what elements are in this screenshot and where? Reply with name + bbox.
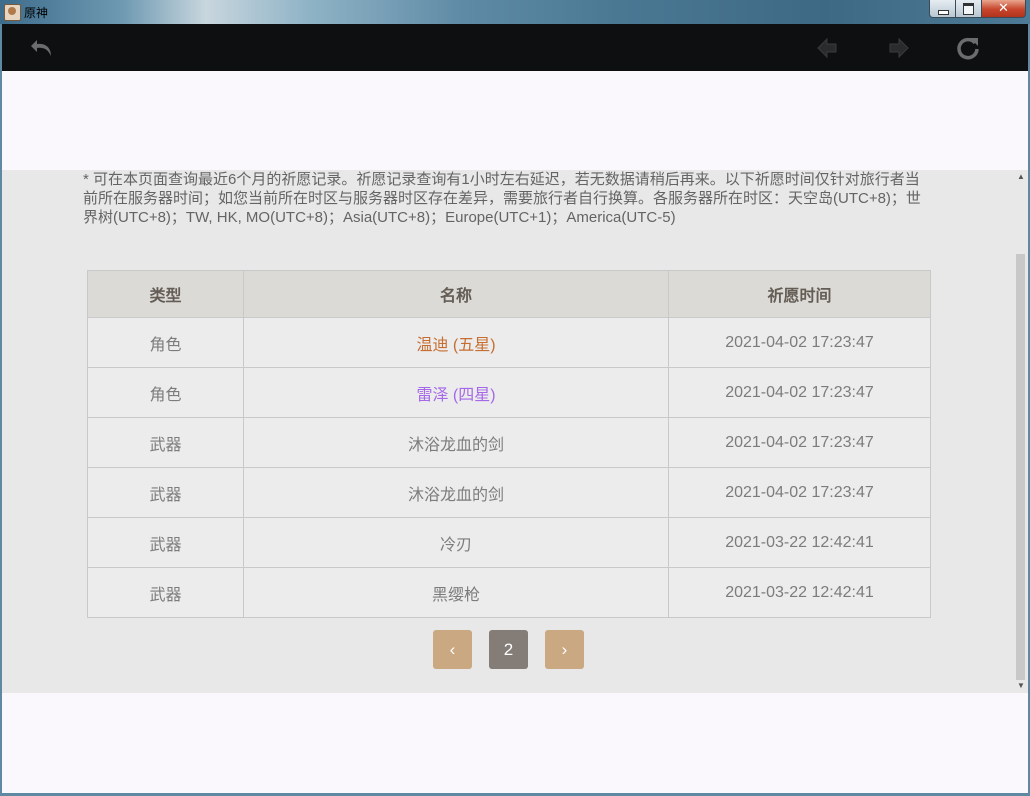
cell-time: 2021-04-02 17:23:47: [668, 417, 931, 468]
cell-name: 温迪 (五星): [243, 317, 669, 368]
close-button[interactable]: ✕: [982, 0, 1026, 18]
table-row: 角色 雷泽 (四星) 2021-04-02 17:23:47: [87, 367, 931, 418]
scroll-up-icon[interactable]: ▲: [1014, 170, 1028, 184]
cell-name: 沐浴龙血的剑: [243, 417, 669, 468]
cell-time: 2021-03-22 12:42:41: [668, 517, 931, 568]
table-row: 角色 温迪 (五星) 2021-04-02 17:23:47: [87, 317, 931, 368]
current-page-indicator[interactable]: 2: [489, 630, 528, 669]
header-name: 名称: [243, 270, 669, 318]
scrollbar-thumb[interactable]: [1016, 254, 1025, 680]
cell-name: 冷刃: [243, 517, 669, 568]
cell-name: 雷泽 (四星): [243, 367, 669, 418]
scrollbar[interactable]: ▲ ▼: [1014, 170, 1028, 693]
right-arrow-icon[interactable]: [884, 34, 912, 62]
minimize-button[interactable]: [929, 0, 956, 18]
table-header-row: 类型 名称 祈愿时间: [87, 270, 931, 318]
browser-toolbar: [2, 24, 1028, 71]
window-title: 原神: [24, 6, 49, 20]
cell-type: 武器: [87, 417, 244, 468]
cell-time: 2021-03-22 12:42:41: [668, 567, 931, 618]
header-type: 类型: [87, 270, 244, 318]
content-top-blank: [2, 71, 1028, 170]
cell-time: 2021-04-02 17:23:47: [668, 317, 931, 368]
scroll-down-icon[interactable]: ▼: [1014, 679, 1028, 693]
undo-arrow-icon[interactable]: [28, 34, 56, 62]
reload-icon[interactable]: [954, 34, 982, 62]
cell-type: 角色: [87, 367, 244, 418]
table-row: 武器 黑缨枪 2021-03-22 12:42:41: [87, 567, 931, 618]
cell-type: 武器: [87, 567, 244, 618]
cell-name: 黑缨枪: [243, 567, 669, 618]
maximize-button[interactable]: [956, 0, 982, 18]
header-time: 祈愿时间: [668, 270, 931, 318]
wish-history-table: 类型 名称 祈愿时间 角色 温迪 (五星) 2021-04-02 17:23:47 角…: [87, 270, 931, 618]
left-arrow-icon[interactable]: [814, 34, 842, 62]
cell-type: 角色: [87, 317, 244, 368]
notice-text: * 可在本页面查询最近6个月的祈愿记录。祈愿记录查询有1小时左右延迟，若无数据请…: [83, 171, 921, 226]
table-row: 武器 冷刃 2021-03-22 12:42:41: [87, 517, 931, 568]
close-icon: ✕: [998, 0, 1009, 15]
content-bottom-blank: [2, 693, 1028, 793]
cell-type: 武器: [87, 517, 244, 568]
pagination: ‹ 2 ›: [433, 630, 585, 669]
window-controls: ✕: [929, 0, 1026, 18]
cell-type: 武器: [87, 467, 244, 518]
cell-name: 沐浴龙血的剑: [243, 467, 669, 518]
prev-page-button[interactable]: ‹: [433, 630, 472, 669]
app-icon: [4, 4, 21, 21]
cell-time: 2021-04-02 17:23:47: [668, 367, 931, 418]
table-row: 武器 沐浴龙血的剑 2021-04-02 17:23:47: [87, 467, 931, 518]
table-body: 角色 温迪 (五星) 2021-04-02 17:23:47 角色 雷泽 (四星) 202…: [87, 317, 931, 618]
cell-time: 2021-04-02 17:23:47: [668, 467, 931, 518]
next-page-button[interactable]: ›: [545, 630, 584, 669]
title-bar: 原神 ✕: [0, 0, 1030, 24]
table-row: 武器 沐浴龙血的剑 2021-04-02 17:23:47: [87, 417, 931, 468]
